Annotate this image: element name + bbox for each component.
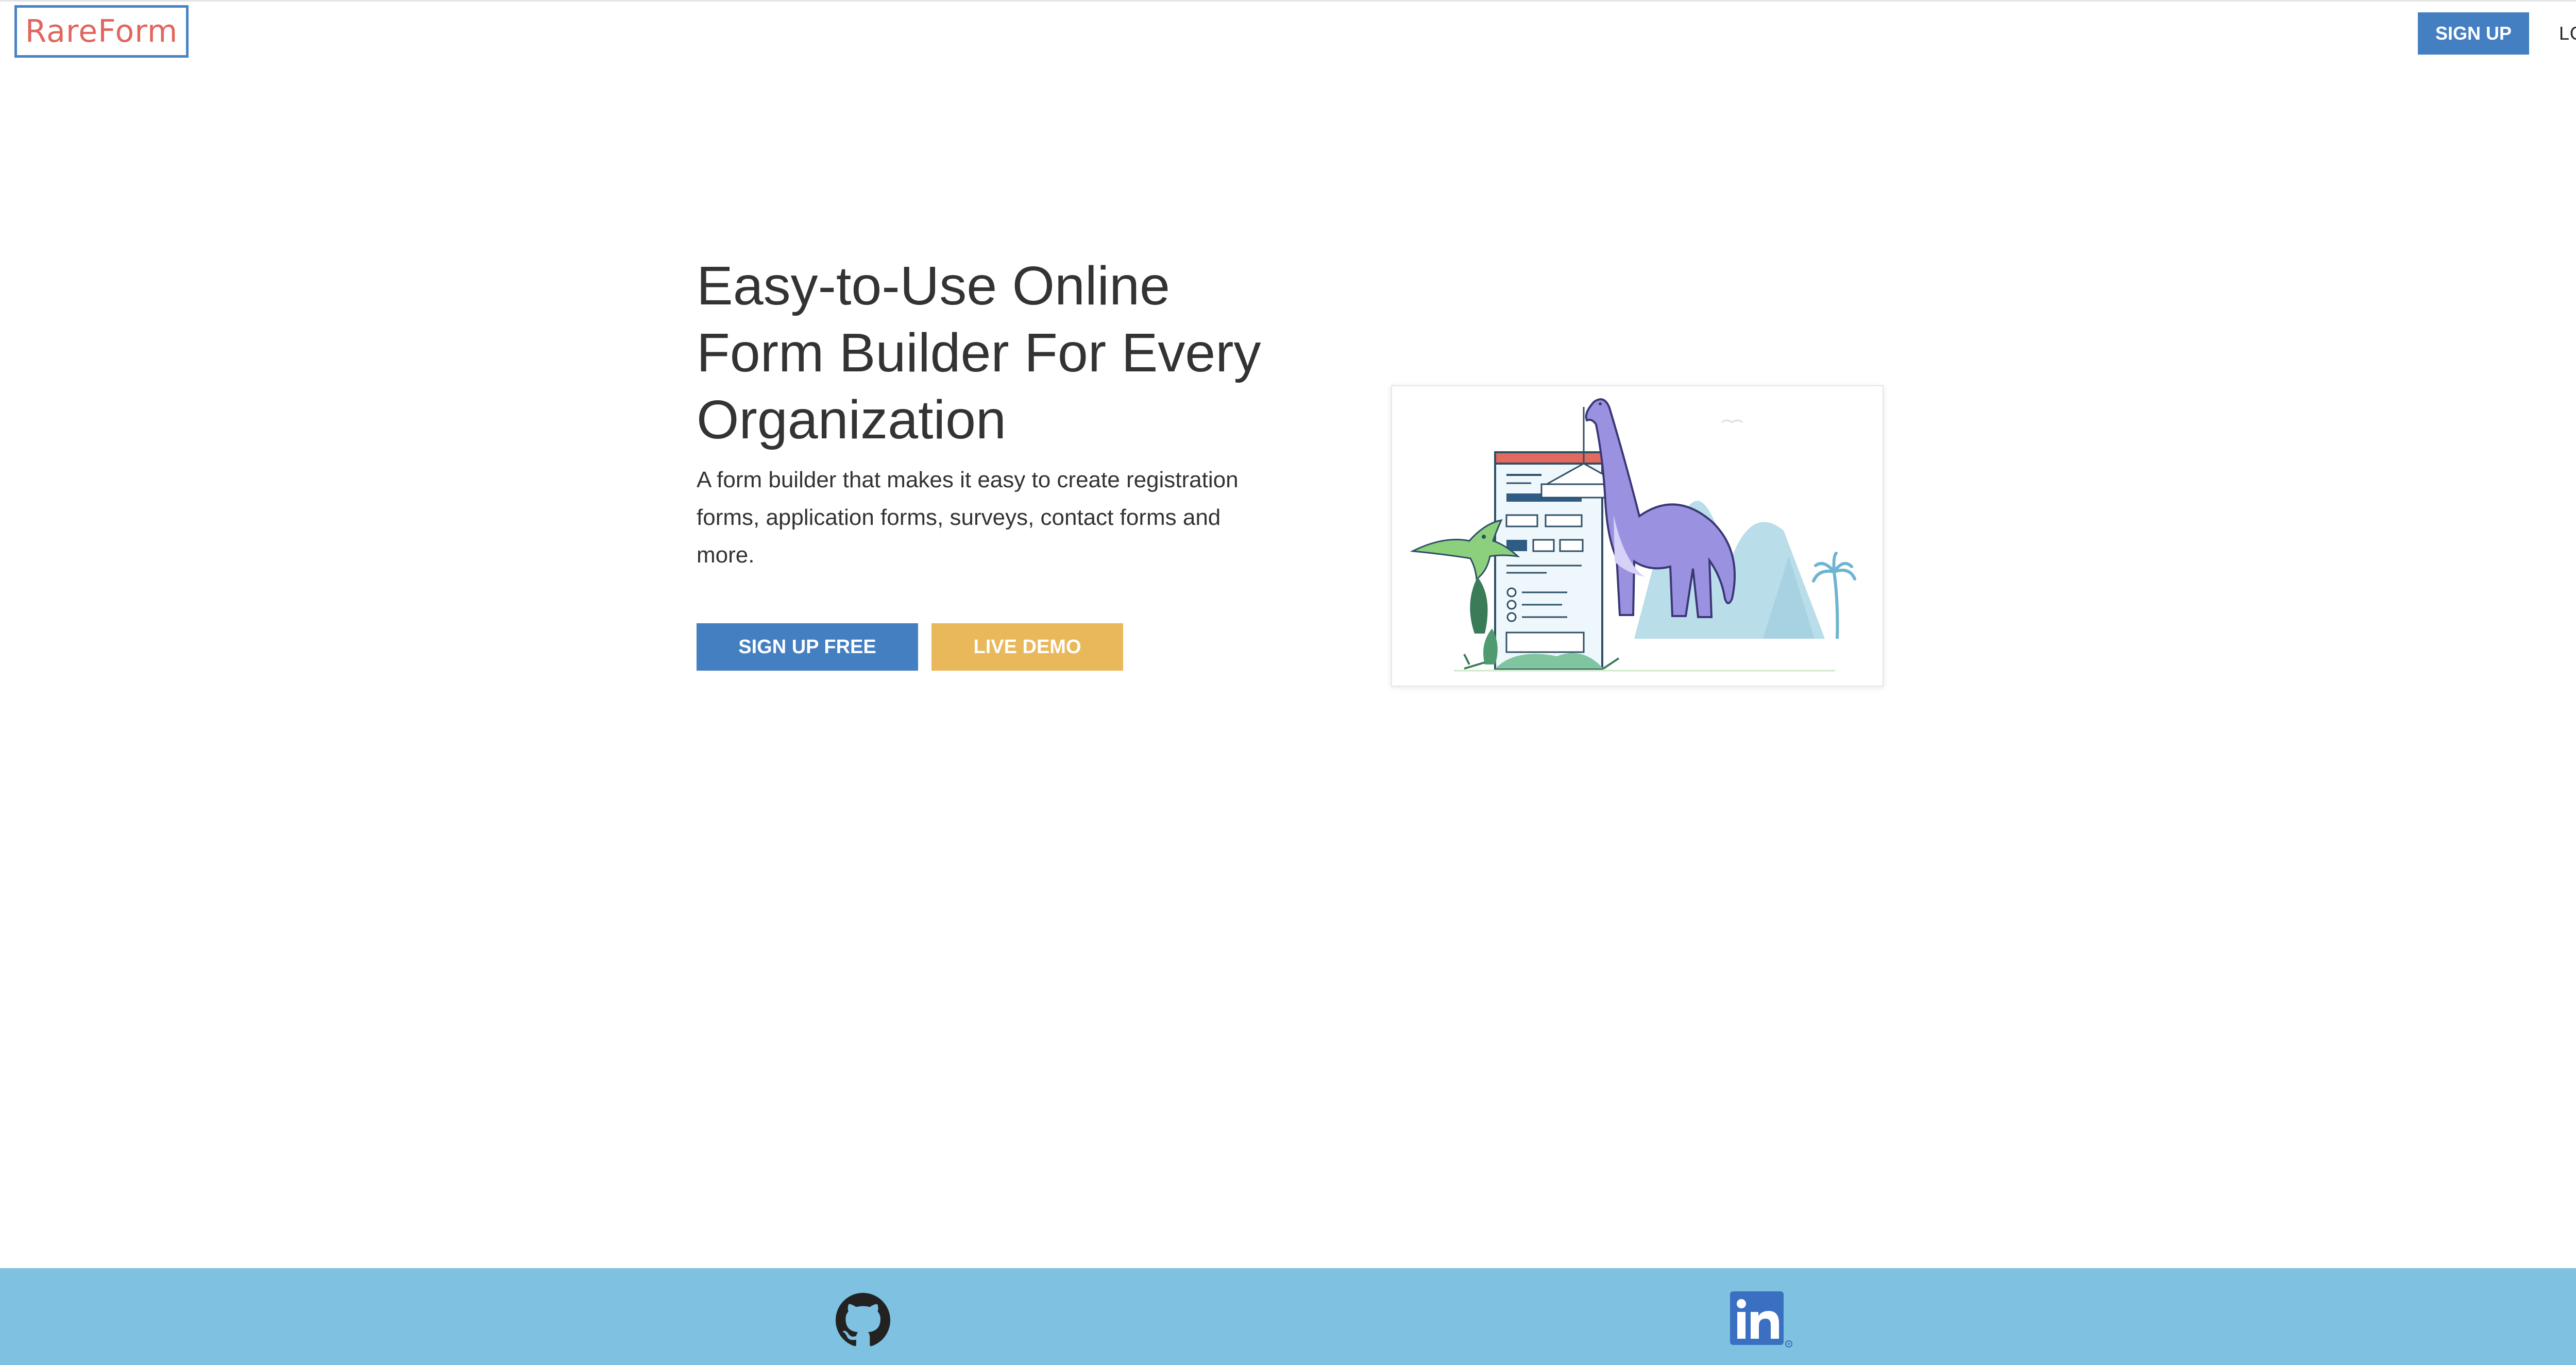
dinosaur-form-illustration bbox=[1410, 398, 1856, 672]
top-rule bbox=[0, 0, 2576, 2]
footer bbox=[0, 1268, 2576, 1365]
nav-login-link[interactable]: LOGIN bbox=[2559, 23, 2576, 44]
nav-signup-button[interactable]: SIGN UP bbox=[2417, 12, 2529, 55]
hero-illustration bbox=[1391, 385, 1884, 687]
logo-link[interactable]: RareForm bbox=[14, 5, 189, 58]
github-icon bbox=[836, 1293, 890, 1346]
logo-text: RareForm bbox=[25, 13, 178, 49]
linkedin-icon bbox=[1730, 1291, 1792, 1347]
signup-free-button[interactable]: SIGN UP FREE bbox=[697, 623, 918, 671]
hero-subtitle: A form builder that makes it easy to cre… bbox=[697, 467, 1239, 568]
top-nav: SIGN UP LOGIN bbox=[2417, 12, 2576, 55]
page: RareForm SIGN UP LOGIN Easy-to-Use Onlin… bbox=[0, 0, 2576, 1365]
hero-title: Easy-to-Use Online Form Builder For Ever… bbox=[697, 255, 1261, 450]
live-demo-button[interactable]: LIVE DEMO bbox=[931, 623, 1123, 671]
